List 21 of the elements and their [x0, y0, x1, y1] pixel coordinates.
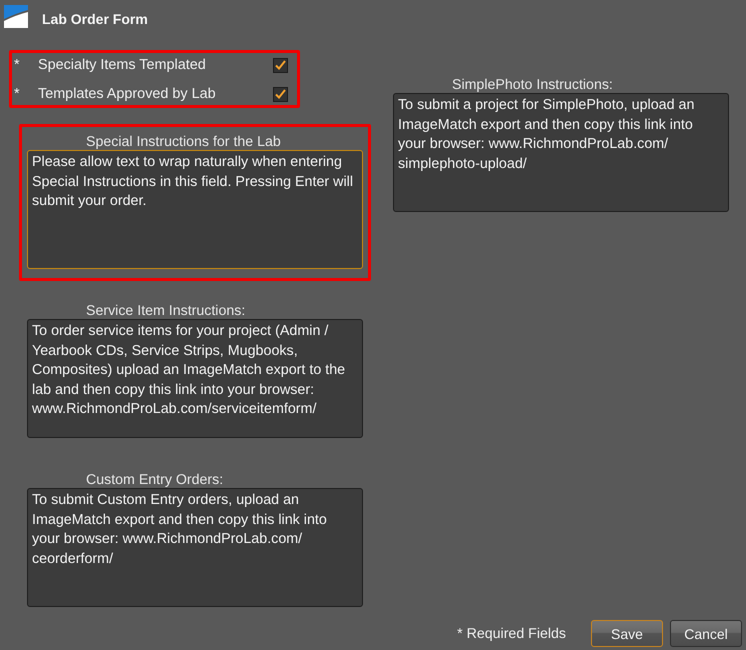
- instructions-box: To submit Custom Entry orders, upload an ImageMatch export and then copy this link into your browser: www.RichmondProLab.com/ceorderform/: [27, 488, 363, 607]
- checkmark-icon: [275, 60, 286, 70]
- field-label: Special Instructions for the Lab: [85, 134, 281, 150]
- required-marker: *: [14, 57, 21, 73]
- cancel-button[interactable]: Cancel: [670, 620, 742, 647]
- save-button[interactable]: Save: [591, 620, 663, 647]
- instructions-field[interactable]: Please allow text to wrap naturally when entering Special Instructions in this field. Pressing Enter will submit your order.: [27, 150, 363, 269]
- required-marker: *: [14, 86, 21, 102]
- checkbox-label: Specialty Items Templated: [38, 57, 207, 73]
- checkmark-icon: [275, 89, 286, 99]
- checkbox-label: Templates Approved by Lab: [38, 86, 217, 102]
- checkbox[interactable]: [273, 58, 288, 72]
- instructions-box: To order service items for your project (Admin / Yearbook CDs, Service Strips, Mugbooks, Composites) upload an ImageMatch export to the lab and then copy this link into your browser: www.RichmondProLab.com/serviceitemform/: [27, 319, 363, 438]
- logo-icon: [4, 5, 28, 28]
- window-title: Lab Order Form: [42, 11, 148, 27]
- required-fields-note: * Required Fields: [457, 626, 566, 642]
- field-label: Service Item Instructions:: [85, 303, 246, 319]
- field-label: Custom Entry Orders:: [85, 472, 224, 488]
- instructions-box: To submit a project for SimplePhoto, upload an ImageMatch export and then copy this link into your browser: www.RichmondProLab.com/simplephoto-upload/: [393, 93, 729, 212]
- checkbox[interactable]: [273, 86, 288, 102]
- field-label: SimplePhoto Instructions:: [451, 77, 613, 93]
